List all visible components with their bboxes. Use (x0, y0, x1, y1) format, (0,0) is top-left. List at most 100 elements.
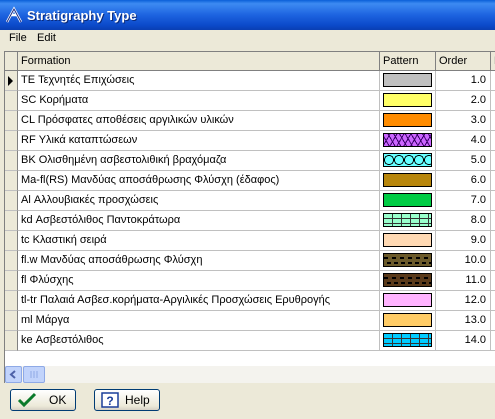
formation-cell[interactable]: ke Ασβεστόλιθος (18, 331, 380, 351)
table-row[interactable]: BK Ολισθημένη ασβεστολιθική βραχόμαζα 5.0 (5, 151, 495, 171)
table-row[interactable]: kd Ασβεστόλιθος Παντοκράτωρα 8.0 (5, 211, 495, 231)
row-indicator[interactable] (5, 171, 18, 191)
app-icon (5, 6, 23, 23)
table-row[interactable]: SC Κορήματα 2.0 (5, 91, 495, 111)
table-row[interactable]: fl Φλύσχης 11.0 (5, 271, 495, 291)
pattern-cell[interactable] (380, 71, 436, 91)
column-header-order[interactable]: Order (436, 52, 491, 71)
formation-cell[interactable]: tl-tr Παλαιά Ασβεσ.κορήματα-Αργιλικές Πρ… (18, 291, 380, 311)
formation-cell[interactable]: Al Αλλουβιακές προσχώσεις (18, 191, 380, 211)
extra-cell[interactable] (491, 291, 495, 311)
table-row[interactable]: tc Κλαστική σειρά 9.0 (5, 231, 495, 251)
extra-cell[interactable] (491, 111, 495, 131)
extra-cell[interactable] (491, 151, 495, 171)
order-cell[interactable]: 10.0 (436, 251, 491, 271)
table-row[interactable]: ke Ασβεστόλιθος 14.0 (5, 331, 495, 351)
pattern-cell[interactable] (380, 251, 436, 271)
row-indicator[interactable] (5, 91, 18, 111)
extra-cell[interactable] (491, 171, 495, 191)
table-row[interactable]: tl-tr Παλαιά Ασβεσ.κορήματα-Αργιλικές Πρ… (5, 291, 495, 311)
order-cell[interactable]: 4.0 (436, 131, 491, 151)
row-indicator[interactable] (5, 291, 18, 311)
pattern-cell[interactable] (380, 331, 436, 351)
order-cell[interactable]: 8.0 (436, 211, 491, 231)
column-header-extra[interactable]: F (491, 52, 495, 71)
row-indicator[interactable] (5, 211, 18, 231)
formation-cell[interactable]: TE Τεχνητές Επιχώσεις (18, 71, 380, 91)
row-indicator[interactable] (5, 131, 18, 151)
table-row[interactable]: CL Πρόσφατες αποθέσεις αργιλικών υλικών 3… (5, 111, 495, 131)
help-button[interactable]: ? Help (94, 389, 160, 411)
extra-cell[interactable] (491, 231, 495, 251)
formation-cell[interactable]: tc Κλαστική σειρά (18, 231, 380, 251)
table-row[interactable]: RF Υλικά καταπτώσεων 4.0 (5, 131, 495, 151)
row-indicator[interactable] (5, 71, 18, 91)
title-bar[interactable]: Stratigraphy Type (0, 0, 495, 30)
formation-cell[interactable]: fl Φλύσχης (18, 271, 380, 291)
scroll-left-button[interactable] (5, 366, 22, 383)
formation-cell[interactable]: fl.w Μανδύας αποσάθρωσης Φλύσχη (18, 251, 380, 271)
pattern-cell[interactable] (380, 311, 436, 331)
row-indicator[interactable] (5, 271, 18, 291)
extra-cell[interactable] (491, 271, 495, 291)
row-indicator[interactable] (5, 231, 18, 251)
order-cell[interactable]: 14.0 (436, 331, 491, 351)
extra-cell[interactable] (491, 311, 495, 331)
column-header-formation[interactable]: Formation (18, 52, 380, 71)
extra-cell[interactable] (491, 191, 495, 211)
order-cell[interactable]: 1.0 (436, 71, 491, 91)
menu-edit[interactable]: Edit (37, 32, 56, 44)
row-indicator[interactable] (5, 111, 18, 131)
table-row[interactable]: ml Μάργα 13.0 (5, 311, 495, 331)
order-cell[interactable]: 7.0 (436, 191, 491, 211)
formation-cell[interactable]: RF Υλικά καταπτώσεων (18, 131, 380, 151)
row-indicator[interactable] (5, 331, 18, 351)
order-cell[interactable]: 12.0 (436, 291, 491, 311)
extra-cell[interactable] (491, 91, 495, 111)
order-cell[interactable]: 13.0 (436, 311, 491, 331)
extra-cell[interactable] (491, 71, 495, 91)
column-header-pattern[interactable]: Pattern (380, 52, 436, 71)
horizontal-scrollbar[interactable] (4, 366, 495, 383)
row-indicator[interactable] (5, 151, 18, 171)
table-row[interactable]: Ma-fl(RS) Μανδύας αποσάθρωσης Φλύσχη (έδ… (5, 171, 495, 191)
row-indicator[interactable] (5, 251, 18, 271)
extra-cell[interactable] (491, 131, 495, 151)
formation-cell[interactable]: kd Ασβεστόλιθος Παντοκράτωρα (18, 211, 380, 231)
order-cell[interactable]: 5.0 (436, 151, 491, 171)
svg-text:?: ? (106, 394, 113, 408)
order-cell[interactable]: 3.0 (436, 111, 491, 131)
formation-cell[interactable]: Ma-fl(RS) Μανδύας αποσάθρωσης Φλύσχη (έδ… (18, 171, 380, 191)
extra-cell[interactable] (491, 251, 495, 271)
formation-cell[interactable]: ml Μάργα (18, 311, 380, 331)
order-cell[interactable]: 2.0 (436, 91, 491, 111)
order-cell[interactable]: 9.0 (436, 231, 491, 251)
row-indicator[interactable] (5, 311, 18, 331)
table-row[interactable]: fl.w Μανδύας αποσάθρωσης Φλύσχη 10.0 (5, 251, 495, 271)
pattern-cell[interactable] (380, 211, 436, 231)
formation-cell[interactable]: BK Ολισθημένη ασβεστολιθική βραχόμαζα (18, 151, 380, 171)
scroll-thumb[interactable] (23, 366, 45, 383)
table-row[interactable]: Al Αλλουβιακές προσχώσεις 7.0 (5, 191, 495, 211)
formation-cell[interactable]: SC Κορήματα (18, 91, 380, 111)
pattern-cell[interactable] (380, 271, 436, 291)
menu-file[interactable]: File (9, 32, 27, 44)
formations-grid[interactable]: Formation Pattern Order F TE Τεχνητές Επ… (4, 51, 495, 367)
arrow-left-icon (9, 370, 16, 379)
row-indicator[interactable] (5, 191, 18, 211)
pattern-cell[interactable] (380, 151, 436, 171)
ok-button[interactable]: OK (10, 389, 76, 411)
pattern-cell[interactable] (380, 231, 436, 251)
order-cell[interactable]: 11.0 (436, 271, 491, 291)
pattern-cell[interactable] (380, 171, 436, 191)
table-row[interactable]: TE Τεχνητές Επιχώσεις 1.0 (5, 71, 495, 91)
pattern-cell[interactable] (380, 111, 436, 131)
extra-cell[interactable] (491, 211, 495, 231)
pattern-cell[interactable] (380, 291, 436, 311)
formation-cell[interactable]: CL Πρόσφατες αποθέσεις αργιλικών υλικών (18, 111, 380, 131)
extra-cell[interactable] (491, 331, 495, 351)
pattern-cell[interactable] (380, 191, 436, 211)
pattern-cell[interactable] (380, 91, 436, 111)
order-cell[interactable]: 6.0 (436, 171, 491, 191)
pattern-cell[interactable] (380, 131, 436, 151)
